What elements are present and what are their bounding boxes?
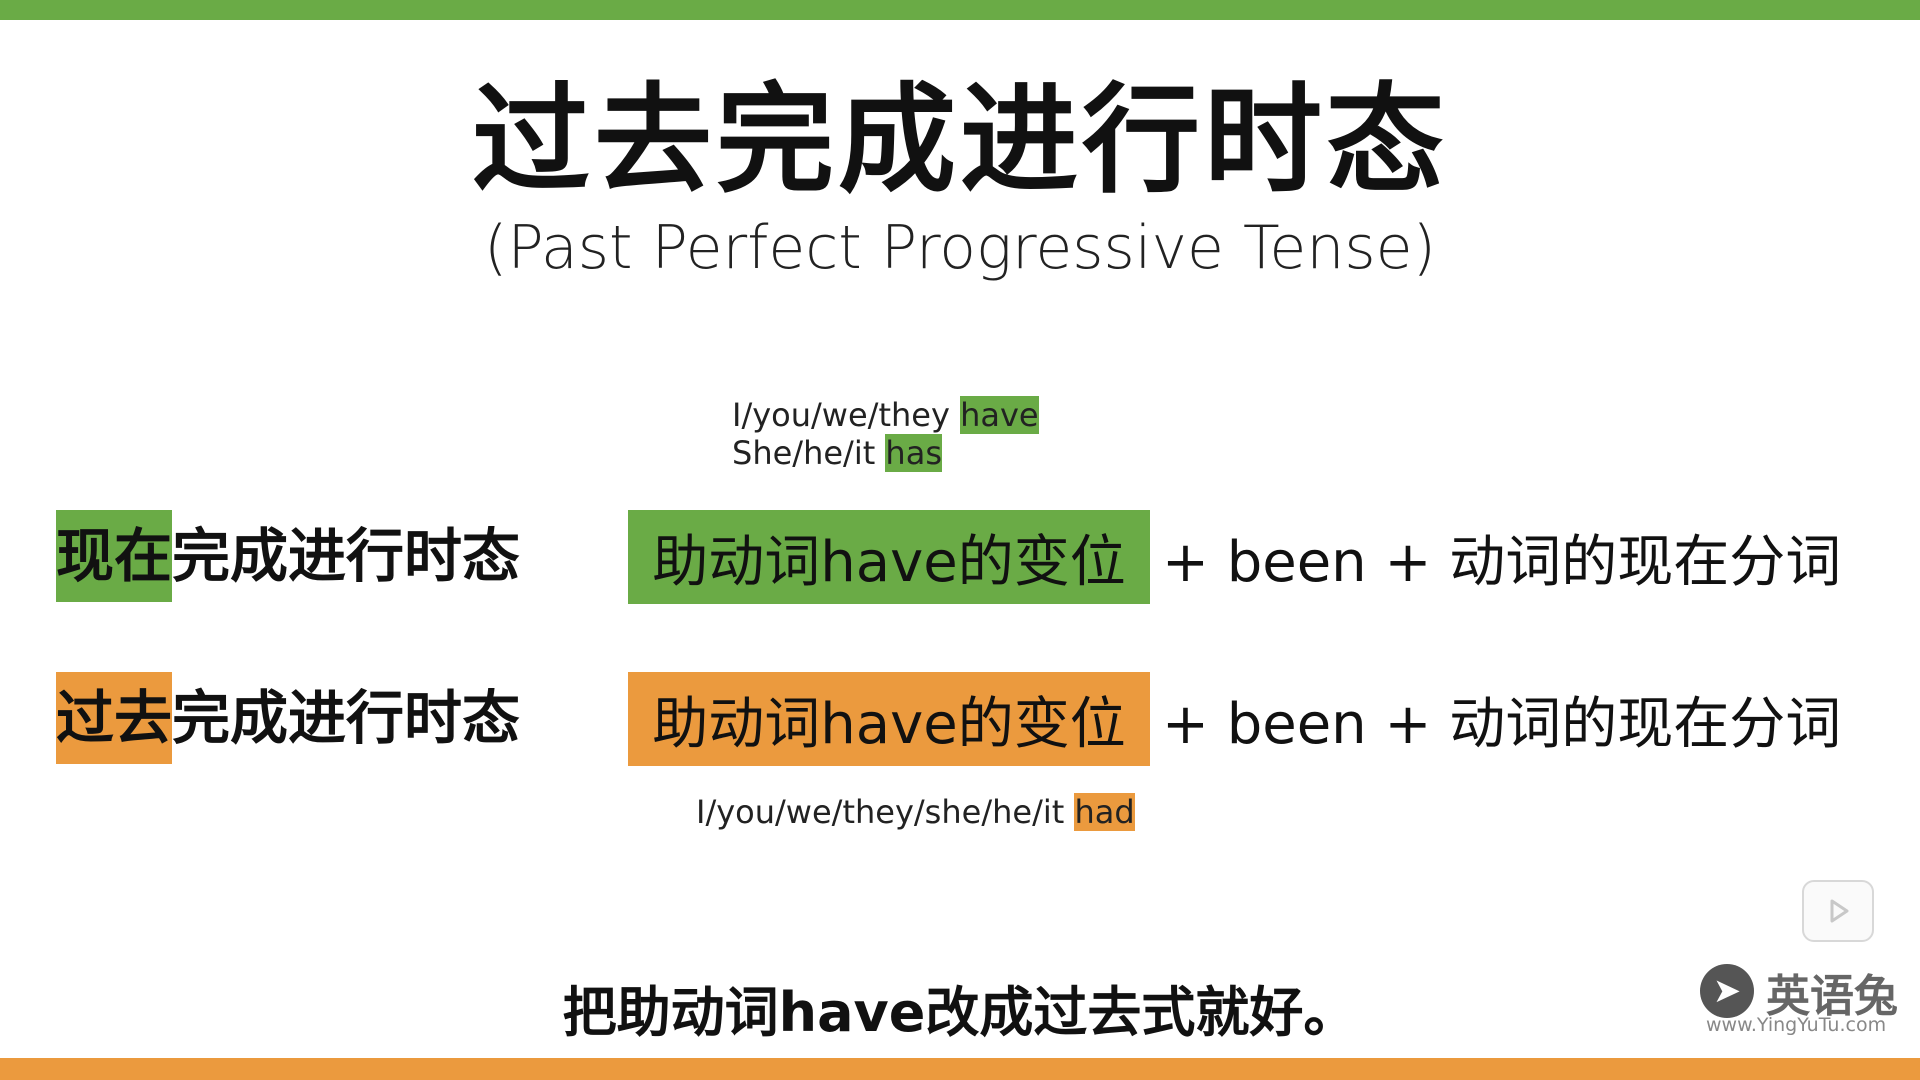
present-hint-subjects-2: She/he/it	[732, 434, 886, 472]
row-past-box: 助动词have的变位	[628, 672, 1150, 766]
present-hint-has: has	[885, 434, 942, 472]
present-hint-line1: I/you/we/they have	[732, 396, 1039, 434]
row-present-formula: 助动词have的变位 + been + 动词的现在分词	[628, 510, 1841, 604]
page-subtitle: (Past Perfect Progressive Tense)	[484, 213, 1436, 283]
brand-url: www.YingYuTu.com	[1706, 1014, 1887, 1036]
row-present-tag: 现在	[56, 510, 173, 602]
row-present-label: 现在完成进行时态	[56, 510, 520, 602]
play-icon	[1830, 899, 1849, 923]
past-hint-subjects: I/you/we/they/she/he/it	[696, 793, 1075, 831]
row-present-label-rest: 完成进行时态	[172, 522, 521, 590]
past-hint-had: had	[1074, 793, 1135, 831]
play-button[interactable]	[1802, 880, 1874, 942]
present-hint-subjects: I/you/we/they	[732, 396, 961, 434]
bottom-accent-bar	[0, 1058, 1920, 1080]
top-accent-bar	[0, 0, 1920, 20]
past-hint: I/you/we/they/she/he/it had	[696, 793, 1135, 831]
page-title: 过去完成进行时态	[471, 70, 1448, 209]
row-past-label: 过去完成进行时态	[56, 672, 520, 764]
present-hint-have: have	[960, 396, 1039, 434]
video-caption: 把助动词have改成过去式就好。	[562, 981, 1358, 1044]
row-past-rest: + been + 动词的现在分词	[1162, 691, 1842, 757]
rabbit-icon: ➤	[1700, 964, 1754, 1018]
row-present-rest: + been + 动词的现在分词	[1162, 529, 1842, 595]
row-past-label-rest: 完成进行时态	[172, 684, 521, 752]
row-present-box: 助动词have的变位	[628, 510, 1150, 604]
row-past-tag: 过去	[56, 672, 173, 764]
brand-logo: ➤ 英语兔 www.YingYuTu.com	[1700, 960, 1900, 1040]
present-hint-line2: She/he/it has	[732, 434, 942, 472]
row-past-formula: 助动词have的变位 + been + 动词的现在分词	[628, 672, 1841, 766]
